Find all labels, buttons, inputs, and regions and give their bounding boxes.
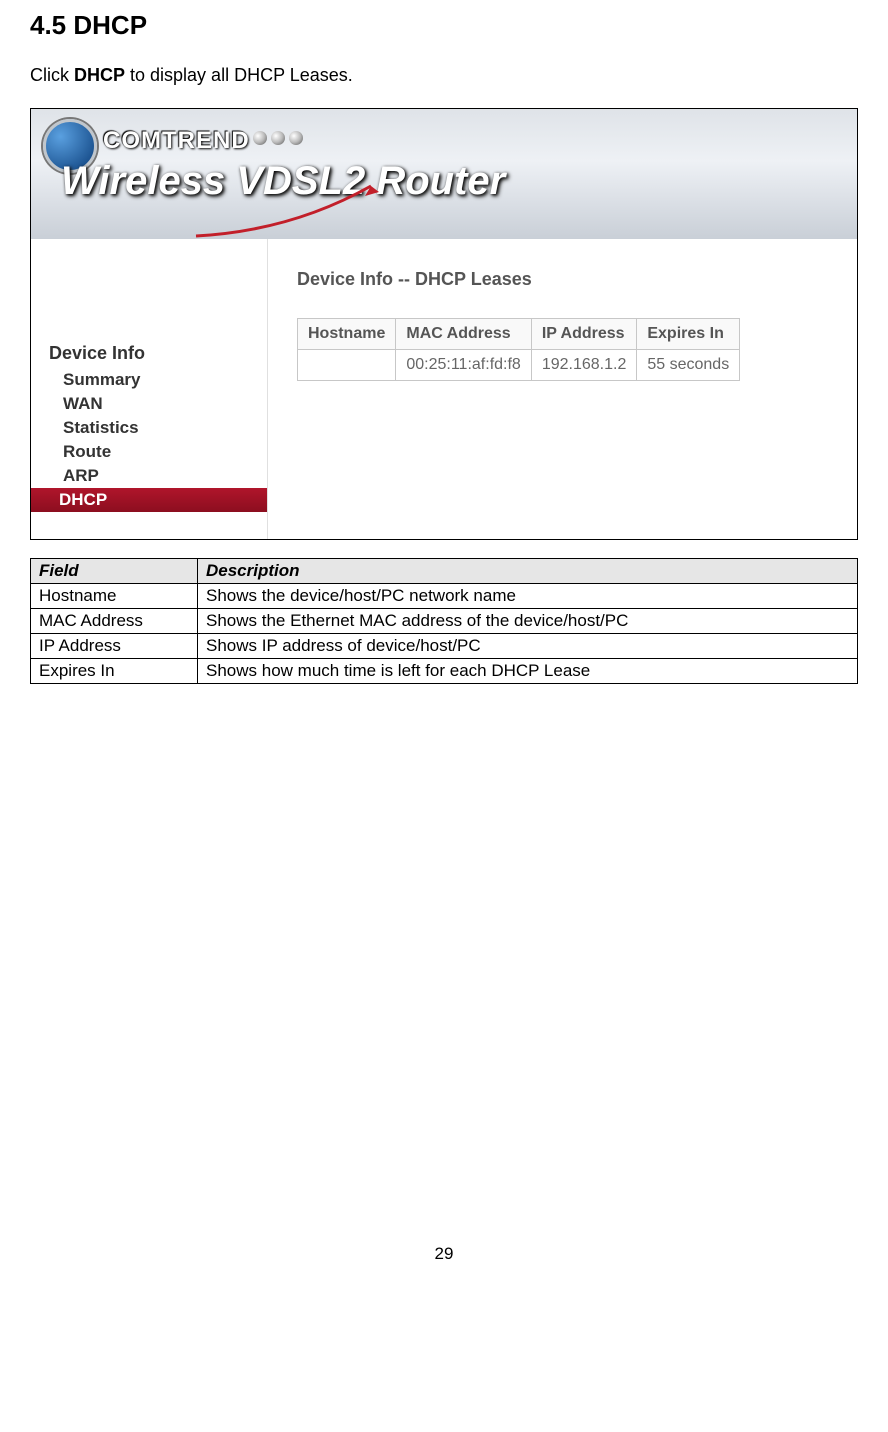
field-name: Hostname — [31, 584, 198, 609]
section-title: 4.5 DHCP — [30, 10, 858, 41]
banner: COMTREND Wireless VDSL2 Router — [31, 109, 857, 239]
decor-dots — [253, 131, 303, 145]
fields-row: IP Address Shows IP address of device/ho… — [31, 634, 858, 659]
col-ip: IP Address — [531, 319, 637, 350]
cell-mac: 00:25:11:af:fd:f8 — [396, 350, 531, 381]
fields-row: MAC Address Shows the Ethernet MAC addre… — [31, 609, 858, 634]
content-panel: Device Info -- DHCP Leases Hostname MAC … — [267, 239, 857, 381]
router-screenshot: COMTREND Wireless VDSL2 Router Device In… — [30, 108, 858, 540]
table-row: 00:25:11:af:fd:f8 192.168.1.2 55 seconds — [298, 350, 740, 381]
fields-row: Expires In Shows how much time is left f… — [31, 659, 858, 684]
field-name: Expires In — [31, 659, 198, 684]
fields-header-row: Field Description — [31, 559, 858, 584]
sidebar-item-dhcp[interactable]: DHCP — [31, 488, 267, 512]
sidebar-item-summary[interactable]: Summary — [31, 368, 267, 392]
fields-header-desc: Description — [198, 559, 858, 584]
col-hostname: Hostname — [298, 319, 396, 350]
intro-prefix: Click — [30, 65, 74, 85]
sidebar-item-wan[interactable]: WAN — [31, 392, 267, 416]
col-expires: Expires In — [637, 319, 740, 350]
field-name: IP Address — [31, 634, 198, 659]
field-name: MAC Address — [31, 609, 198, 634]
intro-bold: DHCP — [74, 65, 125, 85]
field-description-table: Field Description Hostname Shows the dev… — [30, 558, 858, 684]
dhcp-leases-table: Hostname MAC Address IP Address Expires … — [297, 318, 740, 381]
product-title: Wireless VDSL2 Router — [61, 159, 505, 204]
intro-text: Click DHCP to display all DHCP Leases. — [30, 65, 858, 86]
page-number: 29 — [30, 1244, 858, 1264]
brand-text: COMTREND — [103, 127, 250, 155]
cell-expires: 55 seconds — [637, 350, 740, 381]
sidebar-item-statistics[interactable]: Statistics — [31, 416, 267, 440]
sidebar-heading[interactable]: Device Info — [31, 339, 267, 368]
sidebar: Device Info Summary WAN Statistics Route… — [31, 239, 268, 539]
field-desc: Shows the Ethernet MAC address of the de… — [198, 609, 858, 634]
sidebar-item-route[interactable]: Route — [31, 440, 267, 464]
field-desc: Shows IP address of device/host/PC — [198, 634, 858, 659]
sidebar-item-arp[interactable]: ARP — [31, 464, 267, 488]
field-desc: Shows how much time is left for each DHC… — [198, 659, 858, 684]
intro-suffix: to display all DHCP Leases. — [125, 65, 353, 85]
cell-ip: 192.168.1.2 — [531, 350, 637, 381]
content-title: Device Info -- DHCP Leases — [297, 269, 837, 290]
cell-hostname — [298, 350, 396, 381]
fields-header-field: Field — [31, 559, 198, 584]
fields-row: Hostname Shows the device/host/PC networ… — [31, 584, 858, 609]
field-desc: Shows the device/host/PC network name — [198, 584, 858, 609]
col-mac: MAC Address — [396, 319, 531, 350]
table-header-row: Hostname MAC Address IP Address Expires … — [298, 319, 740, 350]
